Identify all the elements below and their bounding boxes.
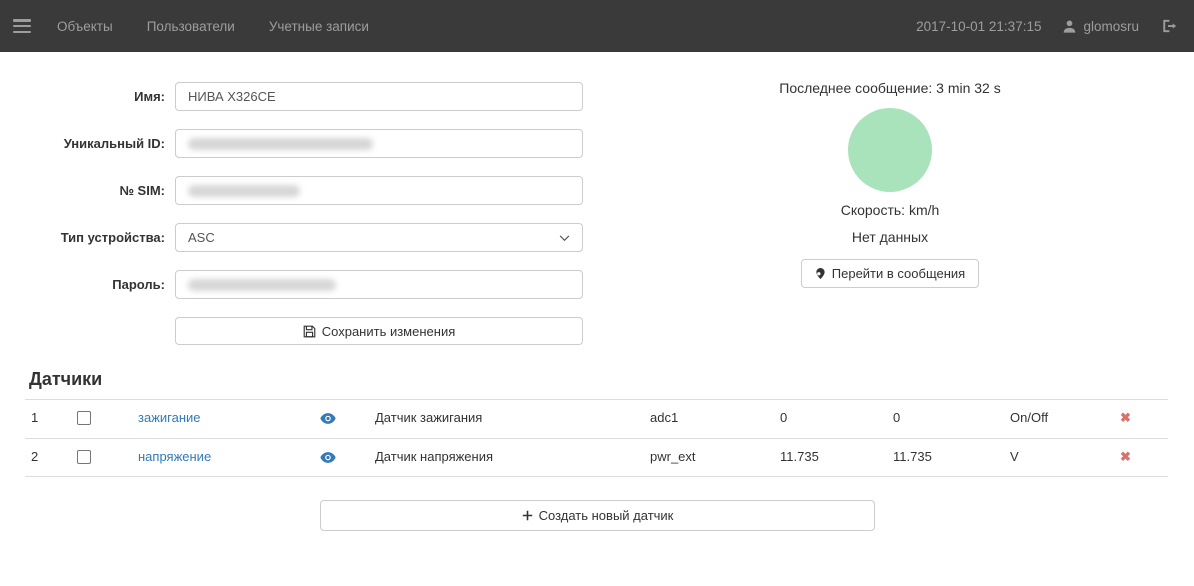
logout-icon[interactable] (1160, 18, 1177, 34)
field-row-name: Имя: (0, 82, 600, 111)
current-datetime: 2017-10-01 21:37:15 (916, 19, 1041, 34)
device-type-select[interactable]: ASC (175, 223, 583, 252)
redacted-value (188, 138, 373, 150)
device-type-value: ASC (188, 230, 215, 245)
redacted-value (188, 279, 336, 291)
username: glomosru (1083, 19, 1139, 34)
save-button[interactable]: Сохранить изменения (175, 317, 583, 345)
sensor-name-link[interactable]: напряжение (138, 438, 211, 476)
object-edit-page: Объекты Пользователи Учетные записи 2017… (0, 0, 1194, 586)
unique-id-input[interactable] (175, 129, 583, 158)
sensor-description: Датчик зажигания (375, 399, 482, 437)
visibility-eye-icon[interactable] (320, 399, 336, 437)
chevron-down-icon (559, 230, 570, 245)
main-menu: Объекты Пользователи Учетные записи (57, 19, 369, 34)
sim-input[interactable] (175, 176, 583, 205)
navbar: Объекты Пользователи Учетные записи 2017… (0, 0, 1194, 52)
delete-sensor-icon[interactable]: ✖ (1120, 438, 1131, 476)
name-label: Имя: (0, 82, 165, 111)
device-type-label: Тип устройства: (0, 223, 165, 252)
sim-label: № SIM: (0, 176, 165, 205)
field-row-sim: № SIM: (0, 176, 600, 205)
sensor-unit: V (1010, 438, 1019, 476)
sensor-unit: On/Off (1010, 399, 1048, 437)
sensor-row-2: 2 напряжение Датчик напряжения pwr_ext 1… (0, 438, 1194, 476)
name-input[interactable] (175, 82, 583, 111)
sensor-name-link[interactable]: зажигание (138, 399, 201, 437)
sensor-parameter: adc1 (650, 399, 678, 437)
navbar-right: 2017-10-01 21:37:15 glomosru (916, 18, 1194, 34)
sensor-checkbox[interactable] (77, 450, 91, 464)
sensor-converted-value: 0 (893, 399, 900, 437)
no-data-text: Нет данных (750, 229, 1030, 245)
navbar-left: Объекты Пользователи Учетные записи (0, 19, 369, 34)
create-sensor-label: Создать новый датчик (539, 508, 674, 523)
nav-item-users[interactable]: Пользователи (147, 19, 235, 34)
nav-item-objects[interactable]: Объекты (57, 19, 113, 34)
password-label: Пароль: (0, 270, 165, 299)
table-divider (25, 476, 1168, 477)
last-message-text: Последнее сообщение: 3 min 32 s (750, 80, 1030, 96)
status-circle (848, 108, 932, 192)
plus-icon (522, 510, 533, 521)
sensor-value: 0 (780, 399, 787, 437)
go-to-messages-label: Перейти в сообщения (832, 266, 965, 281)
field-row-device-type: Тип устройства: ASC (0, 223, 600, 252)
go-to-messages-button[interactable]: Перейти в сообщения (801, 259, 979, 288)
create-sensor-button[interactable]: Создать новый датчик (320, 500, 875, 531)
user-icon (1062, 19, 1077, 34)
sensor-index: 1 (31, 399, 38, 437)
visibility-eye-icon[interactable] (320, 438, 336, 476)
delete-sensor-icon[interactable]: ✖ (1120, 399, 1131, 437)
sensor-value: 11.735 (780, 438, 819, 476)
status-panel: Последнее сообщение: 3 min 32 s Скорость… (750, 80, 1030, 288)
sensor-converted-value: 11.735 (893, 438, 932, 476)
save-button-label: Сохранить изменения (322, 324, 456, 339)
field-row-unique-id: Уникальный ID: (0, 129, 600, 158)
save-icon (303, 325, 316, 338)
field-row-password: Пароль: (0, 270, 600, 299)
unique-id-label: Уникальный ID: (0, 129, 165, 158)
redacted-value (188, 185, 300, 197)
sensor-index: 2 (31, 438, 38, 476)
sensor-parameter: pwr_ext (650, 438, 696, 476)
speed-text: Скорость: km/h (750, 202, 1030, 218)
user-menu[interactable]: glomosru (1062, 19, 1139, 34)
sensors-section-title: Датчики (29, 369, 102, 390)
sensor-checkbox[interactable] (77, 411, 91, 425)
sensor-description: Датчик напряжения (375, 438, 493, 476)
hamburger-menu-icon[interactable] (13, 19, 31, 33)
map-pin-icon (815, 267, 826, 280)
password-input[interactable] (175, 270, 583, 299)
nav-item-accounts[interactable]: Учетные записи (269, 19, 369, 34)
sensor-row-1: 1 зажигание Датчик зажигания adc1 0 0 On… (0, 399, 1194, 437)
